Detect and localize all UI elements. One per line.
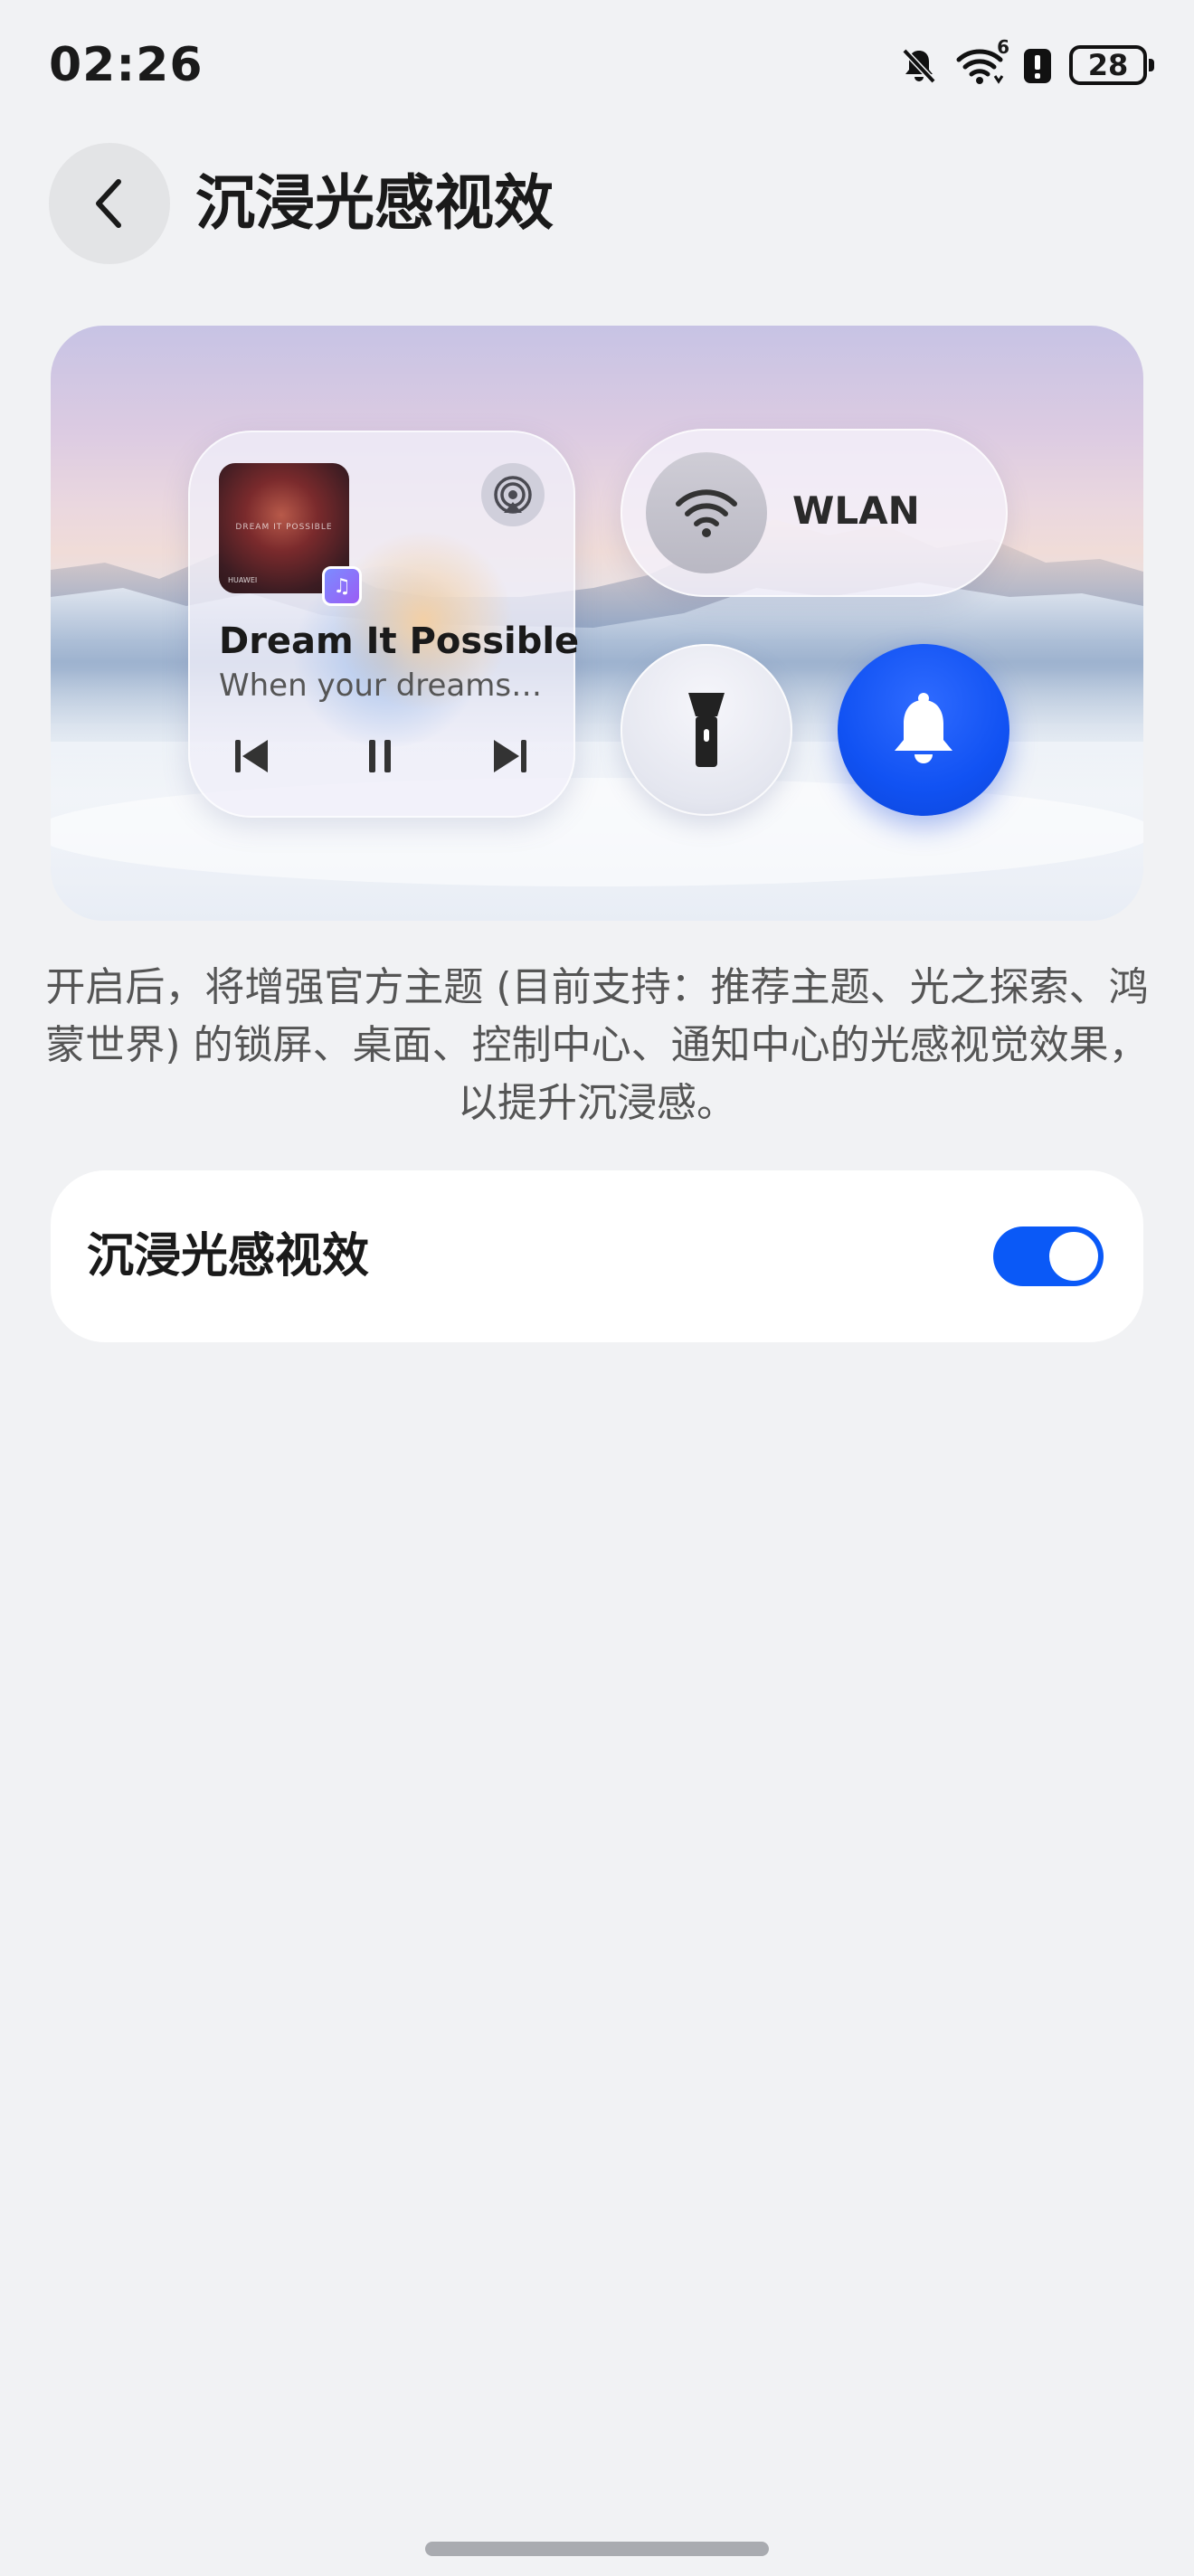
- toggle-knob: [1049, 1232, 1098, 1281]
- next-icon: [494, 740, 526, 772]
- previous-button[interactable]: [226, 731, 277, 781]
- status-icons: 6 28: [899, 36, 1154, 85]
- bell-muted-icon: [902, 48, 936, 84]
- wifi-6-icon: 6: [955, 36, 1009, 85]
- battery-level: 28: [1087, 48, 1129, 82]
- preview-image: DREAM IT POSSIBLE HUAWEI ♫ Dream It Poss…: [51, 326, 1143, 921]
- pause-icon: [369, 740, 391, 772]
- back-button[interactable]: [49, 143, 170, 264]
- wifi-icon: [676, 489, 737, 537]
- feature-description: 开启后，将增强官方主题 (目前支持：推荐主题、光之探索、鸿蒙世界) 的锁屏、桌面…: [45, 964, 1149, 1126]
- setting-label: 沉浸光感视效: [87, 1229, 370, 1283]
- song-title: Dream It Possible: [219, 620, 580, 662]
- bell-icon: [895, 693, 952, 763]
- pause-button[interactable]: [355, 731, 405, 781]
- flashlight-button[interactable]: [621, 644, 792, 816]
- wifi-badge: 6: [997, 36, 1009, 58]
- immersive-effect-toggle[interactable]: [993, 1226, 1104, 1286]
- cast-button[interactable]: [481, 463, 545, 526]
- alert-icon: [1024, 49, 1051, 83]
- flashlight-icon: [688, 693, 725, 767]
- chevron-left-icon: [96, 179, 121, 228]
- wlan-label: WLAN: [792, 488, 920, 533]
- song-subtitle: When your dreams…: [219, 668, 543, 704]
- home-indicator[interactable]: [425, 2542, 769, 2556]
- battery-icon: 28: [1069, 45, 1154, 85]
- previous-icon: [235, 740, 268, 772]
- setting-row[interactable]: 沉浸光感视效: [51, 1170, 1143, 1342]
- music-widget[interactable]: DREAM IT POSSIBLE HUAWEI ♫ Dream It Poss…: [188, 431, 579, 818]
- bell-button[interactable]: [838, 644, 1009, 816]
- status-time: 02:26: [49, 38, 204, 92]
- wlan-tile[interactable]: WLAN: [621, 429, 1008, 597]
- page-title: 沉浸光感视效: [195, 168, 554, 238]
- next-button[interactable]: [485, 731, 535, 781]
- status-bar: 02:26 6 28: [0, 0, 1194, 136]
- album-art-text: DREAM IT POSSIBLE: [235, 523, 333, 532]
- music-app-icon: ♫: [322, 566, 362, 606]
- cast-icon: [494, 476, 532, 514]
- wlan-icon-circle: [646, 452, 767, 573]
- album-art-brand: HUAWEI: [228, 576, 258, 584]
